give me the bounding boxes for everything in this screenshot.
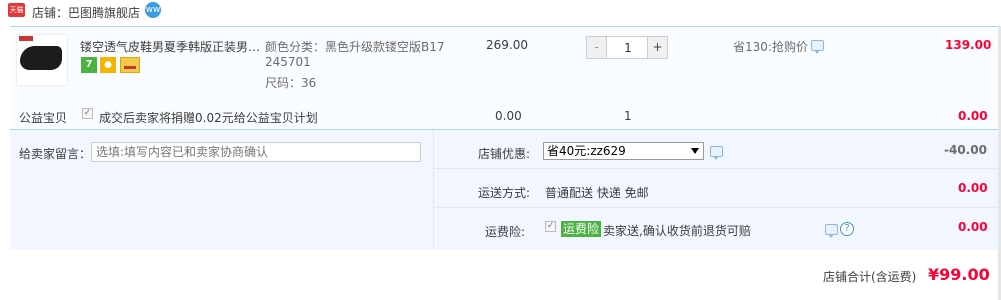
seven-day-return-icon[interactable]: 7 bbox=[81, 57, 97, 73]
sku-size: 尺码：36 bbox=[265, 76, 317, 90]
shipping-amount: 0.00 bbox=[958, 181, 988, 195]
shoe-image bbox=[20, 46, 62, 70]
quantity-minus-button[interactable]: - bbox=[587, 37, 607, 58]
charity-price: 0.00 bbox=[495, 109, 522, 123]
tmall-logo-icon: 天猫 bbox=[8, 3, 25, 17]
charity-text: 成交后卖家将捐赠0.02元给公益宝贝计划 bbox=[99, 111, 318, 125]
charity-total: 0.00 bbox=[958, 109, 988, 123]
coupon-label: 店铺优惠: bbox=[478, 147, 531, 161]
insurance-info-icon[interactable] bbox=[825, 224, 838, 238]
credit-card-icon[interactable] bbox=[120, 57, 140, 73]
coupon-select[interactable]: 省40元:zz629 bbox=[543, 142, 704, 160]
quantity-plus-button[interactable]: + bbox=[647, 37, 667, 58]
divider bbox=[434, 207, 998, 208]
promo-info-icon[interactable] bbox=[811, 40, 824, 54]
product-title-link[interactable]: 镂空透气皮鞋男夏季韩版正装男… bbox=[80, 38, 260, 55]
chevron-down-icon bbox=[691, 148, 699, 154]
charity-label: 公益宝贝 bbox=[19, 111, 68, 125]
seller-message-input[interactable] bbox=[91, 142, 421, 162]
shipping-method: 普通配送 快递 免邮 bbox=[545, 186, 649, 200]
sku-color: 颜色分类：黑色升级款镂空版B17 bbox=[265, 40, 445, 54]
wangwang-chat-icon[interactable]: ww bbox=[145, 2, 161, 18]
seller-message-label: 给卖家留言： bbox=[19, 147, 92, 161]
insurance-label: 运费险: bbox=[485, 225, 526, 239]
coupon-info-icon[interactable] bbox=[710, 146, 723, 160]
quantity-input[interactable] bbox=[608, 37, 648, 58]
insurance-text: 卖家送,确认收货前退货可赔 bbox=[603, 224, 751, 238]
shipping-label: 运送方式: bbox=[478, 186, 531, 200]
sku-color-code: 245701 bbox=[265, 55, 311, 69]
insurance-checkbox[interactable]: ✓ bbox=[545, 221, 556, 232]
insurance-tag: 运费险 bbox=[561, 221, 602, 237]
quantity-stepper[interactable]: - + bbox=[586, 36, 668, 59]
guarantee-icon[interactable]: ● bbox=[100, 57, 116, 73]
brand-mark bbox=[19, 36, 33, 41]
divider bbox=[433, 130, 434, 249]
unit-price: 269.00 bbox=[486, 38, 528, 52]
shop-total-amount: ¥99.00 bbox=[928, 265, 990, 284]
shop-total-label: 店铺合计(含运费) bbox=[823, 270, 917, 284]
divider bbox=[434, 168, 998, 169]
insurance-amount: 0.00 bbox=[958, 220, 988, 234]
coupon-selected-value: 省40元:zz629 bbox=[547, 144, 626, 158]
shop-name-link[interactable]: 店铺：巴图腾旗舰店 bbox=[32, 4, 140, 21]
help-icon[interactable]: ? bbox=[840, 222, 854, 236]
item-subtotal: 139.00 bbox=[945, 38, 992, 52]
promo-text: 省130:抢购价 bbox=[733, 40, 808, 54]
charity-quantity: 1 bbox=[624, 109, 632, 123]
charity-checkbox[interactable]: ✓ bbox=[82, 108, 93, 119]
coupon-amount: -40.00 bbox=[944, 143, 987, 157]
